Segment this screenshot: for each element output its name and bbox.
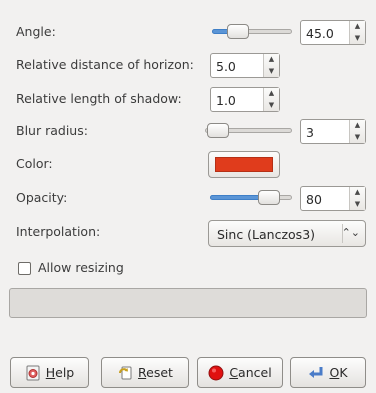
spin-up-icon[interactable]: ▲ bbox=[264, 88, 279, 100]
spin-down-icon[interactable]: ▼ bbox=[350, 33, 365, 45]
blur-slider-knob[interactable] bbox=[206, 123, 229, 138]
spin-up-icon[interactable]: ▲ bbox=[264, 54, 279, 66]
angle-label: Angle: bbox=[16, 24, 56, 39]
spin-down-icon[interactable]: ▼ bbox=[264, 100, 279, 112]
spin-up-icon[interactable]: ▲ bbox=[350, 187, 365, 199]
reset-icon bbox=[117, 365, 133, 381]
ok-icon bbox=[308, 365, 324, 381]
spin-down-icon[interactable]: ▼ bbox=[264, 66, 279, 78]
interpolation-label: Interpolation: bbox=[16, 224, 101, 239]
spin-down-icon[interactable]: ▼ bbox=[350, 199, 365, 211]
help-icon bbox=[25, 365, 41, 381]
color-label: Color: bbox=[16, 156, 53, 171]
color-row: Color: bbox=[0, 149, 376, 179]
ok-button[interactable]: OK bbox=[290, 357, 366, 388]
shadow-length-value[interactable]: 1.0 bbox=[211, 88, 263, 111]
shadow-length-row: Relative length of shadow: 1.0 ▲ ▼ bbox=[0, 84, 376, 114]
angle-spin[interactable]: 45.0 ▲ ▼ bbox=[300, 20, 366, 45]
blur-spin[interactable]: 3 ▲ ▼ bbox=[300, 119, 366, 144]
blur-row: Blur radius: 3 ▲ ▼ bbox=[0, 116, 376, 146]
horizon-spin[interactable]: 5.0 ▲ ▼ bbox=[210, 53, 280, 78]
cancel-icon bbox=[208, 365, 224, 381]
blur-value[interactable]: 3 bbox=[301, 120, 349, 143]
horizon-value[interactable]: 5.0 bbox=[211, 54, 263, 77]
shadow-length-label: Relative length of shadow: bbox=[16, 91, 182, 106]
color-swatch bbox=[215, 157, 273, 172]
horizon-row: Relative distance of horizon: 5.0 ▲ ▼ bbox=[0, 50, 376, 80]
spin-up-icon[interactable]: ▲ bbox=[350, 21, 365, 33]
opacity-value[interactable]: 80 bbox=[301, 187, 349, 210]
opacity-row: Opacity: 80 ▲ ▼ bbox=[0, 183, 376, 213]
spin-down-icon[interactable]: ▼ bbox=[350, 132, 365, 144]
shadow-length-spin[interactable]: 1.0 ▲ ▼ bbox=[210, 87, 280, 112]
opacity-slider[interactable] bbox=[210, 188, 292, 208]
cancel-button[interactable]: Cancel bbox=[197, 357, 283, 388]
interpolation-row: Interpolation: Sinc (Lanczos3) ⌃⌄ bbox=[0, 217, 376, 247]
progress-bar bbox=[9, 288, 367, 318]
blur-slider[interactable] bbox=[205, 121, 292, 141]
reset-button[interactable]: Reset bbox=[101, 357, 189, 388]
interpolation-value: Sinc (Lanczos3) bbox=[217, 227, 316, 242]
help-button[interactable]: Help bbox=[10, 357, 89, 388]
color-button[interactable] bbox=[208, 151, 280, 178]
blur-label: Blur radius: bbox=[16, 123, 88, 138]
interpolation-combo[interactable]: Sinc (Lanczos3) ⌃⌄ bbox=[208, 220, 366, 247]
angle-slider[interactable] bbox=[212, 22, 292, 42]
allow-resizing-checkbox[interactable] bbox=[18, 262, 31, 275]
angle-row: Angle: 45.0 ▲ ▼ bbox=[0, 17, 376, 47]
allow-resizing-label[interactable]: Allow resizing bbox=[38, 260, 124, 275]
angle-value[interactable]: 45.0 bbox=[301, 21, 349, 44]
horizon-label: Relative distance of horizon: bbox=[16, 57, 194, 72]
allow-resizing-row: Allow resizing bbox=[0, 254, 376, 284]
angle-slider-knob[interactable] bbox=[227, 24, 250, 39]
opacity-slider-knob[interactable] bbox=[258, 190, 280, 205]
combo-arrow-icon: ⌃⌄ bbox=[341, 226, 360, 239]
spin-up-icon[interactable]: ▲ bbox=[350, 120, 365, 132]
opacity-spin[interactable]: 80 ▲ ▼ bbox=[300, 186, 366, 211]
opacity-label: Opacity: bbox=[16, 190, 68, 205]
